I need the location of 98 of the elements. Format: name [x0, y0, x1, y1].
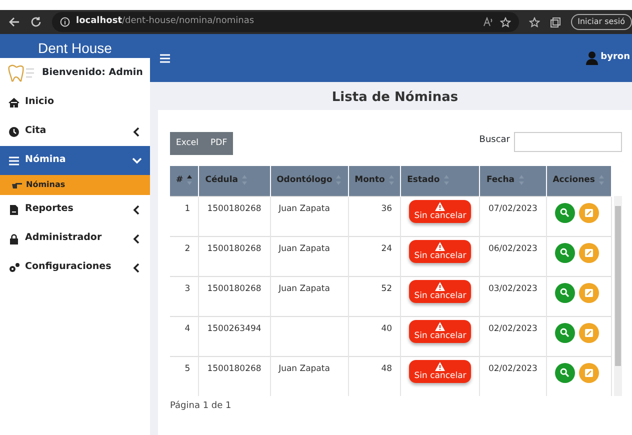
edit-icon: [584, 249, 593, 257]
search-icon: [560, 368, 570, 377]
export-button[interactable]: Excel: [170, 132, 205, 155]
sidebar-item[interactable]: Cita: [0, 117, 150, 146]
brand-title: Dent House: [37, 39, 113, 58]
table-cell: 1500180268: [207, 284, 262, 294]
document-icon: [8, 204, 20, 216]
view-button[interactable]: [554, 322, 575, 342]
column-header[interactable]: Odontólogo: [270, 166, 348, 196]
table-cell: Juan Zapata: [278, 364, 330, 374]
pointing-hand-icon: [12, 182, 22, 188]
edit-button[interactable]: [578, 323, 599, 343]
table-cell: 02/02/2023: [488, 364, 538, 374]
edit-button[interactable]: [578, 243, 599, 263]
table-cell: 36: [381, 204, 392, 214]
welcome-text: Bienvenido: Admin: [42, 66, 143, 80]
table-cell: 07/02/2023: [488, 204, 538, 214]
info-icon[interactable]: [60, 17, 70, 27]
sidebar-item[interactable]: Configuraciones: [0, 253, 150, 282]
export-button[interactable]: PDF: [204, 132, 234, 155]
warning-icon: [435, 202, 446, 210]
edit-icon: [584, 289, 593, 297]
list-icon: [8, 154, 20, 166]
sidebar-item[interactable]: Reportes: [0, 195, 150, 224]
table-cell: 40: [381, 324, 392, 334]
sign-in-button[interactable]: Iniciar sesió: [570, 14, 632, 30]
table-cell: 1500180268: [207, 204, 262, 214]
tooth-logo-icon: [6, 63, 36, 83]
column-header[interactable]: Cédula: [198, 166, 270, 196]
scrollbar[interactable]: [614, 196, 622, 396]
status-button[interactable]: Sin cancelar: [409, 320, 472, 343]
table-cell: Juan Zapata: [278, 244, 330, 254]
status-button[interactable]: Sin cancelar: [409, 360, 472, 383]
gears-icon: [8, 262, 20, 274]
status-button[interactable]: Sin cancelar: [409, 280, 472, 303]
column-header[interactable]: Estado: [400, 166, 480, 196]
back-icon[interactable]: [8, 16, 20, 28]
sidebar-item[interactable]: Nómina: [0, 146, 150, 175]
column-header[interactable]: Monto: [348, 166, 401, 196]
sidebar-item[interactable]: Administrador: [0, 224, 150, 253]
row-number: 4: [184, 324, 190, 334]
column-header[interactable]: #: [170, 166, 199, 196]
row-number: 1: [184, 204, 190, 214]
status-button[interactable]: Sin cancelar: [409, 240, 472, 263]
table-cell: Juan Zapata: [278, 284, 330, 294]
row-number: 2: [184, 244, 190, 254]
search-icon: [560, 208, 570, 217]
search-icon: [560, 328, 570, 337]
search-label: Buscar: [479, 134, 510, 147]
column-header[interactable]: Fecha: [480, 166, 546, 196]
warning-icon: [435, 322, 446, 330]
table-cell: 03/02/2023: [488, 284, 538, 294]
pagination-info: Página 1 de 1: [170, 400, 232, 413]
edit-icon: [584, 209, 593, 217]
table-cell: 48: [381, 364, 392, 374]
view-button[interactable]: [554, 282, 575, 302]
table-cell: 06/02/2023: [488, 244, 538, 254]
search-field[interactable]: [514, 132, 622, 152]
edit-button[interactable]: [578, 203, 599, 223]
search-icon: [560, 248, 570, 257]
edit-button[interactable]: [578, 283, 599, 303]
table-cell: Juan Zapata: [278, 204, 330, 214]
search-icon: [560, 288, 570, 297]
edit-button[interactable]: [578, 363, 599, 383]
table-cell: 1500180268: [207, 244, 262, 254]
warning-icon: [435, 282, 446, 290]
view-button[interactable]: [554, 242, 575, 262]
status-button[interactable]: Sin cancelar: [409, 200, 472, 223]
star-icon[interactable]: [500, 16, 511, 28]
table-cell: 02/02/2023: [488, 324, 538, 334]
page-title: Lista de Nóminas: [330, 89, 460, 107]
read-aloud-icon[interactable]: [482, 17, 494, 27]
reload-icon[interactable]: [30, 16, 42, 28]
row-number: 5: [184, 364, 190, 374]
url-text: localhost/dent-house/nomina/nominas: [76, 15, 254, 28]
edit-icon: [584, 369, 593, 377]
user-icon: [586, 51, 598, 65]
table-cell: 24: [381, 244, 392, 254]
row-number: 3: [184, 284, 190, 294]
clock-icon: [8, 126, 20, 138]
table-cell: 1500180268: [207, 364, 262, 374]
collections-icon[interactable]: [550, 16, 561, 28]
favorites-icon[interactable]: [528, 16, 540, 28]
padlock-icon: [8, 232, 20, 244]
user-name[interactable]: byron: [600, 51, 632, 65]
warning-icon: [435, 242, 446, 250]
column-header[interactable]: Acciones: [546, 166, 612, 196]
menu-icon[interactable]: [160, 54, 170, 62]
view-button[interactable]: [554, 362, 575, 382]
sidebar-subitem[interactable]: Nóminas: [0, 175, 150, 195]
warning-icon: [435, 362, 446, 370]
sidebar-item[interactable]: Inicio: [0, 88, 150, 117]
view-button[interactable]: [554, 202, 575, 222]
edit-icon: [584, 329, 593, 337]
table-cell: 52: [381, 284, 392, 294]
table-cell: 1500263494: [207, 324, 262, 334]
house-icon: [8, 96, 20, 108]
address-bar[interactable]: localhost/dent-house/nomina/nominas: [52, 12, 519, 32]
